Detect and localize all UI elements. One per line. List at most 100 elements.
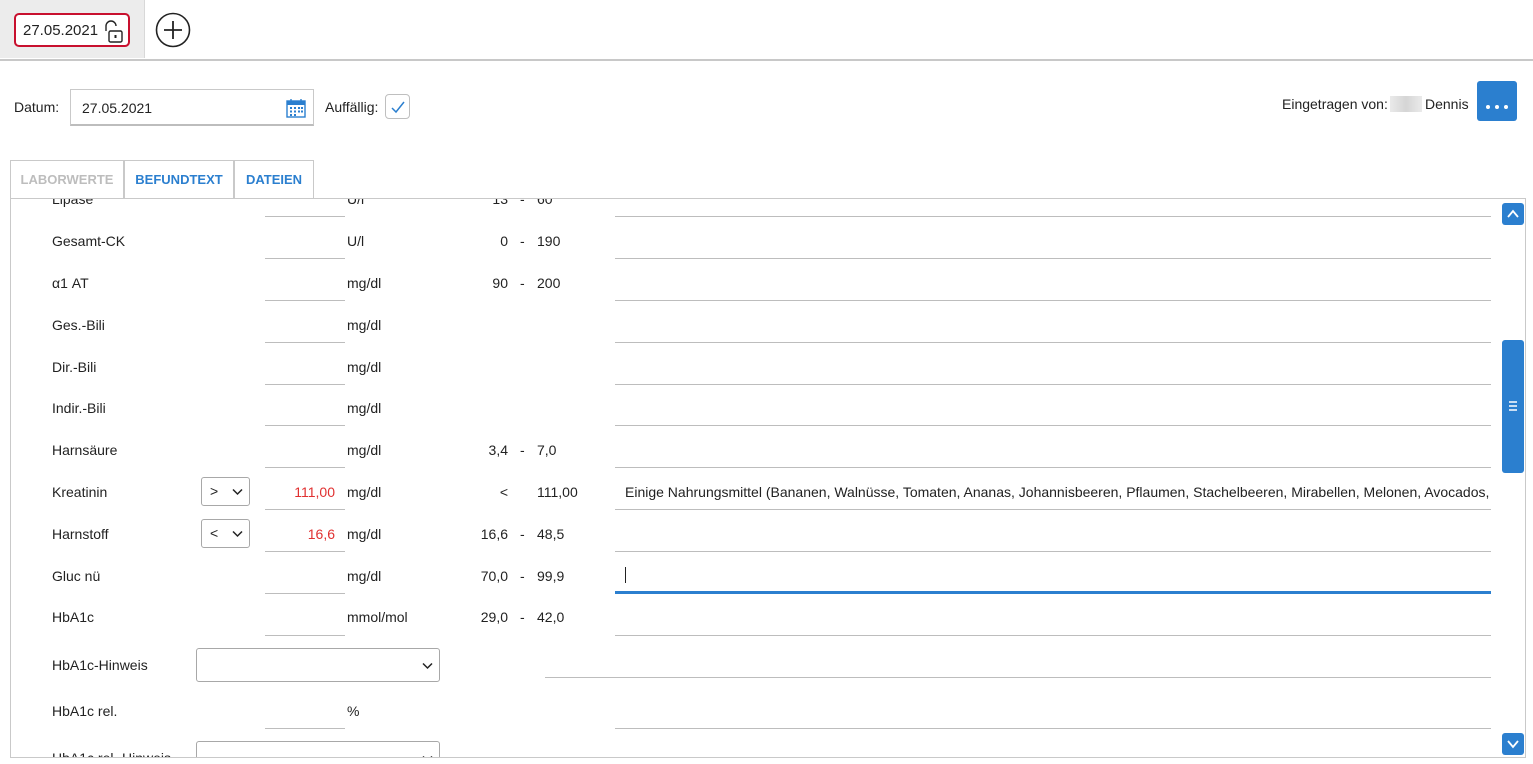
comment-field[interactable]: [545, 636, 1491, 678]
comment-field[interactable]: Einige Nahrungsmittel (Bananen, Walnüsse…: [615, 468, 1491, 510]
range-dash: -: [520, 442, 525, 458]
record-tab[interactable]: 27.05.2021: [0, 0, 145, 58]
datum-label: Datum:: [14, 99, 60, 115]
lab-unit: mmol/mol: [347, 609, 408, 625]
eingetragen-user: Dennis: [1425, 96, 1469, 112]
lab-value-field[interactable]: 16,6: [265, 510, 345, 552]
chevron-down-icon: [422, 662, 433, 670]
range-low: 29,0: [480, 609, 508, 625]
range-dash: -: [520, 198, 525, 207]
lab-unit: mg/dl: [347, 442, 382, 458]
range-low: 3,4: [488, 442, 508, 458]
comment-text: Einige Nahrungsmittel (Bananen, Walnüsse…: [625, 484, 1491, 500]
lab-name: HbA1c rel.: [52, 703, 118, 719]
lab-row: Gluc nü mg/dl 70,0 - 99,9: [11, 552, 1511, 594]
record-date-chip[interactable]: 27.05.2021: [14, 13, 130, 47]
lab-value-field[interactable]: [265, 552, 345, 594]
scroll-up-button[interactable]: [1502, 203, 1524, 225]
comment-field[interactable]: [615, 343, 1491, 385]
range-high: 111,00: [537, 484, 578, 500]
lab-value-field[interactable]: [265, 343, 345, 385]
lab-name: Lipase: [52, 198, 94, 207]
lab-value-field[interactable]: [265, 301, 345, 343]
lab-value-field[interactable]: [265, 594, 345, 636]
auffaellig-label: Auffällig:: [325, 99, 379, 115]
comment-field[interactable]: [615, 217, 1491, 259]
lab-unit: mg/dl: [347, 484, 382, 500]
lab-unit: U/l: [347, 198, 365, 207]
lab-value: 111,00: [294, 484, 335, 500]
more-options-button[interactable]: [1477, 81, 1517, 121]
chevron-down-icon: [232, 488, 243, 496]
chevron-up-icon: [1507, 209, 1519, 218]
comment-field[interactable]: [615, 687, 1491, 729]
record-date-label: 27.05.2021: [23, 22, 99, 39]
datum-value: 27.05.2021: [82, 100, 153, 116]
comment-field[interactable]: [615, 426, 1491, 468]
tab-befundtext[interactable]: BEFUNDTEXT: [124, 160, 234, 199]
operator-value: >: [210, 483, 219, 499]
lab-value-field[interactable]: [265, 259, 345, 301]
operator-select[interactable]: <: [201, 519, 250, 548]
comment-field[interactable]: [615, 199, 1491, 217]
lab-name: HbA1c-Hinweis: [52, 657, 148, 673]
laborwerte-panel: Lipase U/l 13 - 60 Gesamt-CK U/l 0 - 190…: [10, 198, 1526, 758]
checkmark-icon: [391, 101, 405, 114]
lab-value-field[interactable]: [265, 217, 345, 259]
text-cursor: [625, 567, 626, 583]
lab-row: Dir.-Bili mg/dl: [11, 343, 1511, 385]
lab-row: α1 AT mg/dl 90 - 200: [11, 259, 1511, 301]
unlock-icon[interactable]: [102, 20, 124, 44]
lab-name: Harnstoff: [52, 526, 109, 542]
lab-name: Gluc nü: [52, 568, 101, 584]
range-dash: -: [520, 275, 525, 291]
auffaellig-checkbox[interactable]: [385, 94, 410, 119]
lab-value: 16,6: [307, 526, 335, 542]
comment-field[interactable]: [615, 301, 1491, 343]
lab-value-field[interactable]: 111,00: [265, 468, 345, 510]
lab-value-field[interactable]: [265, 384, 345, 426]
range-operator: <: [499, 484, 508, 500]
scroll-down-button[interactable]: [1502, 733, 1524, 755]
range-dash: -: [520, 526, 525, 542]
hinweis-select[interactable]: [196, 648, 440, 682]
range-high: 190: [537, 233, 561, 249]
range-low: 90: [492, 275, 508, 291]
user-avatar-redacted: [1390, 96, 1422, 112]
chevron-down-icon: [232, 530, 243, 538]
lab-name: HbA1c: [52, 609, 95, 625]
lab-unit: mg/dl: [347, 317, 382, 333]
datum-field[interactable]: 27.05.2021: [70, 89, 314, 126]
tab-dateien[interactable]: DATEIEN: [234, 160, 314, 199]
lab-name: Gesamt-CK: [52, 233, 126, 249]
comment-field-focused[interactable]: [615, 552, 1491, 594]
range-high: 7,0: [537, 442, 557, 458]
comment-field[interactable]: [615, 594, 1491, 636]
tab-laborwerte[interactable]: LABORWERTE: [10, 160, 124, 199]
lab-unit: mg/dl: [347, 526, 382, 542]
lab-name: α1 AT: [52, 275, 89, 291]
dot-icon: [1504, 105, 1508, 109]
comment-field[interactable]: [615, 510, 1491, 552]
range-dash: -: [520, 568, 525, 584]
comment-field[interactable]: [615, 259, 1491, 301]
lab-value-field[interactable]: [265, 426, 345, 468]
lab-value-field[interactable]: [265, 199, 345, 217]
comment-field[interactable]: [615, 384, 1491, 426]
lab-row: HbA1c rel. %: [11, 687, 1511, 729]
scrollbar-thumb[interactable]: [1502, 340, 1524, 473]
hinweis-select[interactable]: [196, 741, 440, 757]
lab-row: Indir.-Bili mg/dl: [11, 384, 1511, 426]
lab-row: Kreatinin > 111,00 mg/dl < 111,00 Einige…: [11, 468, 1511, 510]
lab-unit: mg/dl: [347, 400, 382, 416]
range-high: 48,5: [537, 526, 565, 542]
lab-row: Harnstoff < 16,6 mg/dl 16,6 - 48,5: [11, 510, 1511, 552]
lab-name: Ges.-Bili: [52, 317, 105, 333]
calendar-icon[interactable]: [286, 98, 306, 118]
chevron-down-icon: [422, 755, 433, 757]
range-low: 70,0: [480, 568, 508, 584]
lab-value-field[interactable]: [265, 687, 345, 729]
operator-select[interactable]: >: [201, 477, 250, 506]
lab-row: Gesamt-CK U/l 0 - 190: [11, 217, 1511, 259]
plus-circle-icon[interactable]: [155, 12, 191, 48]
